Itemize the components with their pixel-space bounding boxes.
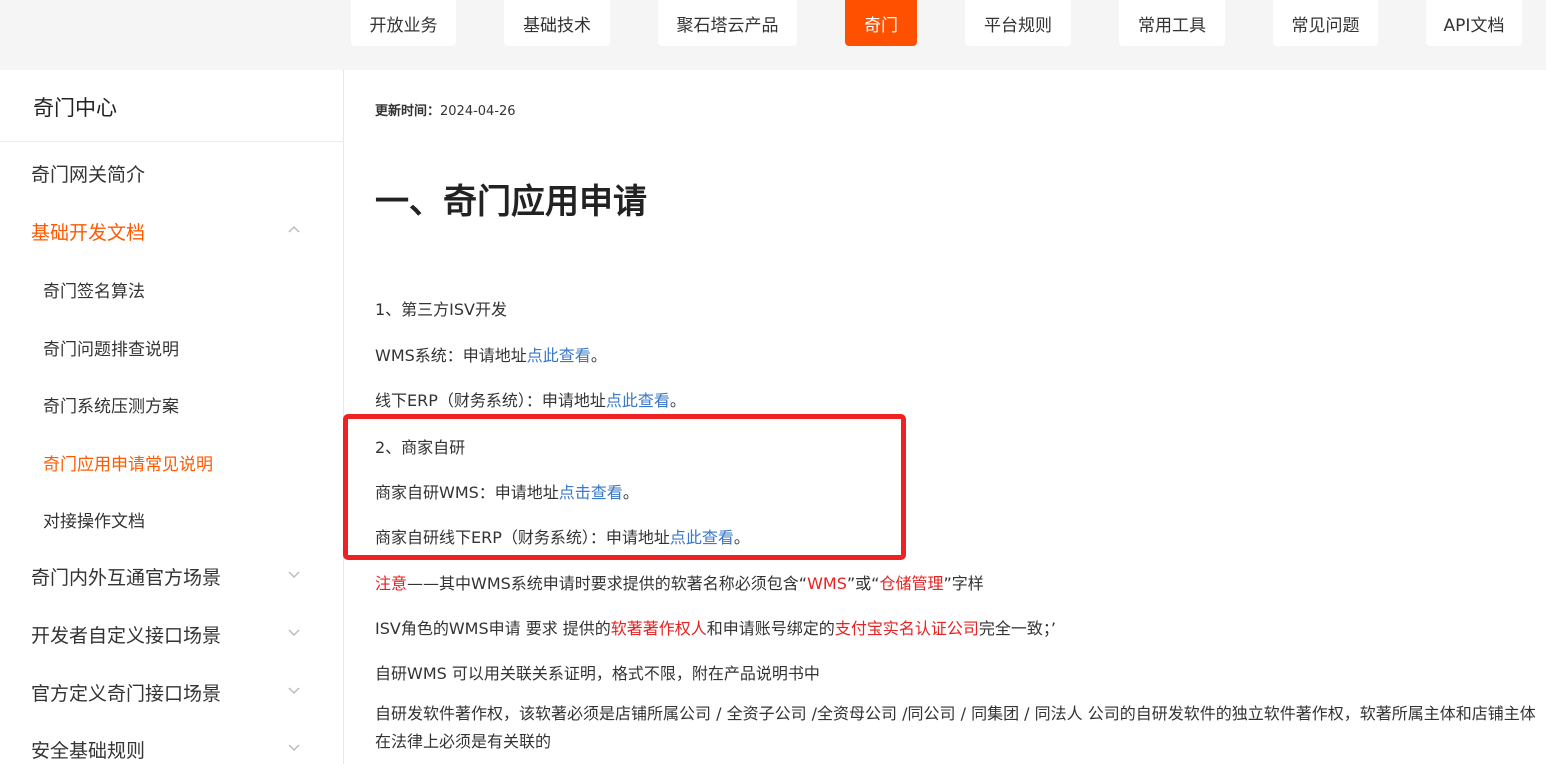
sidebar: 奇门中心 奇门网关简介 基础开发文档 奇门签名算法 奇门问题排查说明 奇门系统压…	[0, 70, 344, 764]
sidebar-item-troubleshooting[interactable]: 奇门问题排查说明	[43, 335, 179, 360]
nav-common-tools[interactable]: 常用工具	[1119, 0, 1225, 46]
nav-qimen[interactable]: 奇门	[845, 0, 917, 46]
subsection-merchant: 2、商家自研	[375, 438, 466, 457]
self-dev-copyright-line-2: 在法律上必须是有关联的	[375, 732, 552, 751]
sidebar-divider	[0, 141, 344, 142]
sidebar-title: 奇门中心	[33, 96, 117, 120]
sidebar-item-custom-api[interactable]: 开发者自定义接口场景	[31, 621, 221, 648]
wms-apply-line: WMS系统：申请地址点此查看。	[375, 346, 607, 365]
sidebar-item-integration-docs[interactable]: 对接操作文档	[43, 507, 145, 532]
wms-apply-link[interactable]: 点此查看	[527, 346, 591, 365]
isv-requirement-line: ISV角色的WMS申请 要求 提供的软著著作权人和申请账号绑定的支付宝实名认证公…	[375, 619, 1056, 638]
chevron-down-icon[interactable]	[288, 744, 300, 754]
self-wms-proof-line: 自研WMS 可以用关联关系证明，格式不限，附在产品说明书中	[375, 664, 820, 683]
erp-apply-line: 线下ERP（财务系统）：申请地址点此查看。	[375, 391, 686, 410]
sidebar-item-stress-test[interactable]: 奇门系统压测方案	[43, 392, 179, 417]
chevron-up-icon[interactable]	[288, 225, 300, 235]
subsection-isv: 1、第三方ISV开发	[375, 300, 508, 319]
chevron-down-icon[interactable]	[288, 687, 300, 697]
article-content: 更新时间：2024-04-26 一、奇门应用申请 1、第三方ISV开发 WMS系…	[345, 70, 1546, 764]
section-heading: 一、奇门应用申请	[375, 182, 647, 222]
erp-apply-link[interactable]: 点此查看	[606, 391, 670, 410]
sidebar-item-official-api[interactable]: 官方定义奇门接口场景	[31, 679, 221, 706]
self-erp-apply-line: 商家自研线下ERP（财务系统）：申请地址点此查看。	[375, 528, 750, 547]
sidebar-item-basic-docs[interactable]: 基础开发文档	[31, 218, 145, 245]
update-time: 更新时间：2024-04-26	[375, 104, 516, 119]
self-wms-apply-link[interactable]: 点击查看	[559, 483, 623, 502]
nav-faq[interactable]: 常见问题	[1273, 0, 1378, 46]
sidebar-item-app-application[interactable]: 奇门应用申请常见说明	[43, 450, 213, 475]
chevron-down-icon[interactable]	[288, 571, 300, 581]
top-navigation-bar: 开放业务 基础技术 聚石塔云产品 奇门 平台规则 常用工具 常见问题 API文档	[0, 0, 1546, 70]
self-erp-apply-link[interactable]: 点此查看	[670, 528, 734, 547]
self-dev-copyright-line-1: 自研发软件著作权，该软著必须是店铺所属公司 / 全资子公司 /全资母公司 /同公…	[375, 704, 1536, 723]
nav-platform-rules[interactable]: 平台规则	[965, 0, 1071, 46]
nav-jushita-cloud[interactable]: 聚石塔云产品	[658, 0, 797, 46]
sidebar-item-interop-scenarios[interactable]: 奇门内外互通官方场景	[31, 563, 221, 590]
chevron-down-icon[interactable]	[288, 629, 300, 639]
nav-api-docs[interactable]: API文档	[1426, 0, 1522, 46]
nav-basic-tech[interactable]: 基础技术	[504, 0, 610, 46]
note-line: 注意——其中WMS系统申请时要求提供的软著名称必须包含“WMS”或“仓储管理”字…	[375, 574, 984, 593]
sidebar-item-security-rules[interactable]: 安全基础规则	[31, 736, 145, 763]
sidebar-item-signature[interactable]: 奇门签名算法	[43, 277, 145, 302]
sidebar-item-gateway-intro[interactable]: 奇门网关简介	[31, 160, 145, 187]
nav-open-business[interactable]: 开放业务	[351, 0, 456, 46]
self-wms-apply-line: 商家自研WMS：申请地址点击查看。	[375, 483, 639, 502]
